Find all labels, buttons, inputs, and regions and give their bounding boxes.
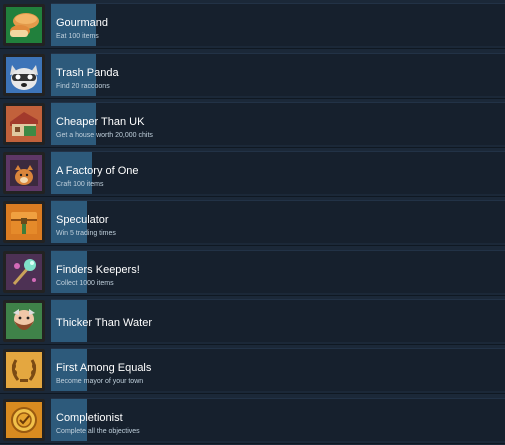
gold-medal-icon-graphic bbox=[6, 402, 42, 438]
crafting-fox-icon bbox=[3, 152, 45, 194]
laurel-wreath-icon bbox=[3, 349, 45, 391]
raccoon-icon-graphic bbox=[6, 57, 42, 93]
achievement-row[interactable]: First Among Equals Become mayor of your … bbox=[0, 345, 505, 394]
achievement-row[interactable]: Trash Panda Find 20 raccoons bbox=[0, 50, 505, 99]
achievement-row[interactable]: A Factory of One Craft 100 items bbox=[0, 148, 505, 197]
achievement-row[interactable]: Finders Keepers! Collect 1000 items bbox=[0, 247, 505, 296]
achievement-row[interactable]: Thicker Than Water bbox=[0, 296, 505, 345]
achievement-card: Finders Keepers! Collect 1000 items bbox=[51, 250, 505, 293]
raccoon-icon bbox=[3, 54, 45, 96]
achievement-title: Finders Keepers! bbox=[56, 264, 140, 276]
achievement-description: Eat 100 items bbox=[56, 33, 99, 40]
achievement-card: Thicker Than Water bbox=[51, 299, 505, 342]
treasure-chest-icon-graphic bbox=[6, 204, 42, 240]
house-icon-graphic bbox=[6, 106, 42, 142]
achievement-card: Gourmand Eat 100 items bbox=[51, 3, 505, 46]
achievement-row[interactable]: Cheaper Than UK Get a house worth 20,000… bbox=[0, 99, 505, 148]
bearded-character-icon bbox=[3, 300, 45, 342]
achievement-card: First Among Equals Become mayor of your … bbox=[51, 348, 505, 391]
achievement-title: Completionist bbox=[56, 412, 123, 424]
crafting-fox-icon-graphic bbox=[6, 155, 42, 191]
gold-medal-icon bbox=[3, 399, 45, 441]
achievement-title: Thicker Than Water bbox=[56, 317, 152, 329]
achievement-row[interactable]: Completionist Complete all the objective… bbox=[0, 395, 505, 444]
treasure-chest-icon bbox=[3, 201, 45, 243]
achievement-title: First Among Equals bbox=[56, 362, 152, 374]
achievement-description: Become mayor of your town bbox=[56, 378, 144, 385]
gem-wand-icon bbox=[3, 251, 45, 293]
achievement-row[interactable]: Gourmand Eat 100 items bbox=[0, 0, 505, 49]
laurel-wreath-icon-graphic bbox=[6, 352, 42, 388]
achievement-title: Gourmand bbox=[56, 17, 108, 29]
achievement-card: Speculator Win 5 trading times bbox=[51, 200, 505, 243]
bearded-character-icon-graphic bbox=[6, 303, 42, 339]
achievement-row[interactable]: Speculator Win 5 trading times bbox=[0, 197, 505, 246]
achievement-card: Completionist Complete all the objective… bbox=[51, 398, 505, 441]
achievement-description: Get a house worth 20,000 chits bbox=[56, 132, 153, 139]
house-icon bbox=[3, 103, 45, 145]
achievement-title: Trash Panda bbox=[56, 67, 119, 79]
bread-icon bbox=[3, 4, 45, 46]
achievement-description: Win 5 trading times bbox=[56, 230, 116, 237]
achievement-card: A Factory of One Craft 100 items bbox=[51, 151, 505, 194]
achievement-description: Craft 100 items bbox=[56, 181, 104, 188]
achievement-description: Collect 1000 items bbox=[56, 280, 114, 287]
achievement-description: Complete all the objectives bbox=[56, 428, 140, 435]
gem-wand-icon-graphic bbox=[6, 254, 42, 290]
achievement-title: Cheaper Than UK bbox=[56, 116, 145, 128]
achievement-card: Trash Panda Find 20 raccoons bbox=[51, 53, 505, 96]
achievement-title: A Factory of One bbox=[56, 165, 139, 177]
achievement-card: Cheaper Than UK Get a house worth 20,000… bbox=[51, 102, 505, 145]
achievement-list: Gourmand Eat 100 items Trash Panda Find … bbox=[0, 0, 505, 445]
bread-icon-graphic bbox=[6, 7, 42, 43]
achievement-description: Find 20 raccoons bbox=[56, 83, 110, 90]
achievement-title: Speculator bbox=[56, 214, 109, 226]
